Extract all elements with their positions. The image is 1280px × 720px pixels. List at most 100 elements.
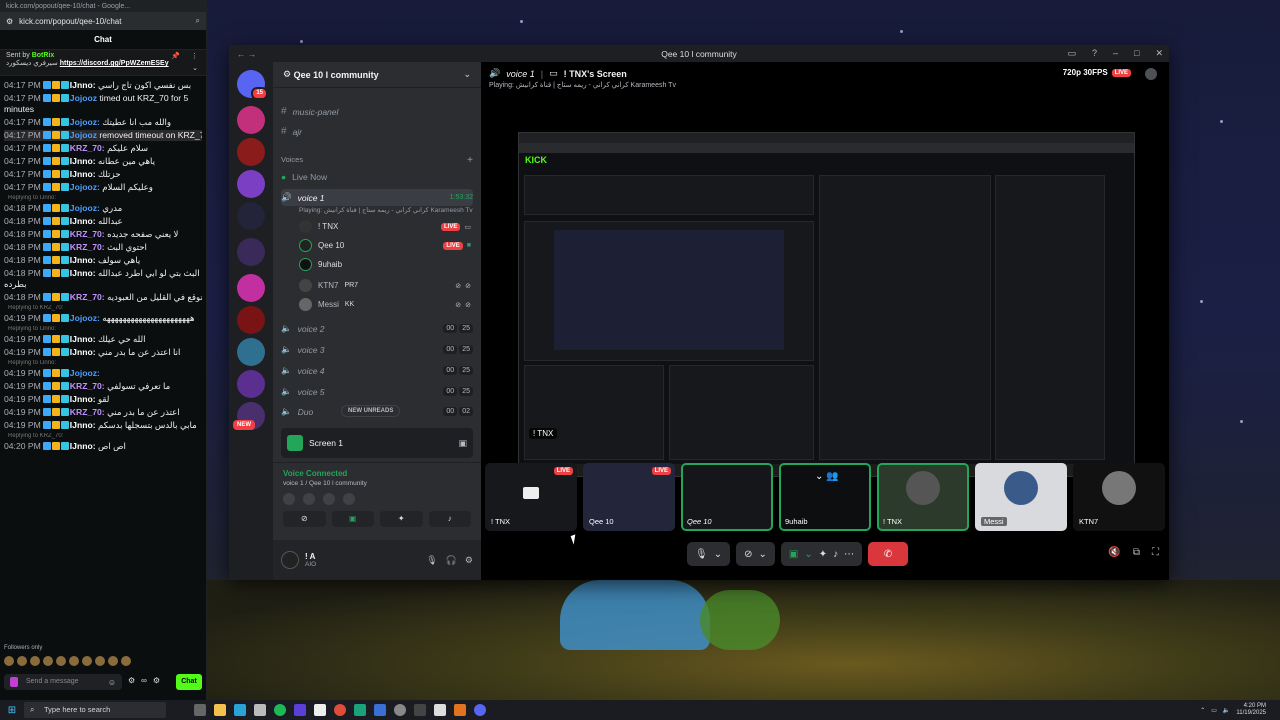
chat-message[interactable]: 04:19 PM KRZ_70: اعتذر عن ما بدر مني: [4, 407, 202, 418]
more-icon[interactable]: ⋮: [191, 52, 198, 60]
minimize-icon[interactable]: –: [1113, 48, 1118, 59]
gear-icon[interactable]: ⚙: [153, 676, 160, 685]
server-icon[interactable]: [237, 202, 265, 230]
chat-message[interactable]: 04:17 PM IJnno: حزتلك: [4, 169, 202, 180]
reply-reference[interactable]: Replying to IJnno:: [8, 195, 202, 201]
activities-button[interactable]: ✦: [380, 511, 423, 527]
channel-voice-1[interactable]: 🔊 voice 1 1:53:32: [281, 189, 473, 206]
chat-message[interactable]: 04:18 PM Jojooz: مدري: [4, 203, 202, 214]
microphone-button[interactable]: 🎙 ⌄: [687, 542, 731, 566]
chat-message[interactable]: 04:19 PM Jojooz:: [4, 368, 202, 379]
camera-off-button[interactable]: ⊘: [283, 511, 326, 527]
chat-message[interactable]: 04:19 PM IJnno: الله حي عيلك: [4, 334, 202, 345]
chat-url-bar[interactable]: ⚙ kick.com/popout/qee-10/chat ⌕: [0, 12, 206, 30]
app-icon[interactable]: [434, 704, 446, 716]
message-username[interactable]: KRZ_70:: [70, 292, 105, 302]
task-view-icon[interactable]: [194, 704, 206, 716]
channel-voice-5[interactable]: 🔈 voice 5 00 25: [281, 383, 473, 400]
new-unreads-pill[interactable]: NEW UNREADS: [341, 405, 401, 417]
voice-location[interactable]: voice 1 / Qee 10 l community: [283, 480, 471, 487]
emote[interactable]: [121, 656, 131, 666]
chat-message[interactable]: 04:19 PM Jojooz: ههههههههههههههههههههههه: [4, 313, 202, 324]
channel-voice-3[interactable]: 🔈 voice 3 00 25: [281, 341, 473, 358]
emote[interactable]: [56, 656, 66, 666]
headphones-icon[interactable]: 🎧: [446, 555, 457, 566]
message-username[interactable]: KRZ_70:: [70, 229, 105, 239]
voice-connected-status[interactable]: Voice Connected: [283, 469, 471, 478]
chat-message[interactable]: 04:17 PM Jojooz: وعليكم السلام: [4, 182, 202, 193]
participant-tile[interactable]: Qee 10: [681, 463, 773, 531]
chat-message[interactable]: 04:17 PM Jojooz: والله مب انا عطيتك: [4, 117, 202, 128]
message-username[interactable]: IJnno:: [70, 216, 96, 226]
message-username[interactable]: IJnno:: [70, 394, 96, 404]
app-icon[interactable]: [394, 704, 406, 716]
voice-user[interactable]: Qee 10 LIVE ■: [299, 237, 471, 254]
soundboard-icon[interactable]: ♪: [833, 549, 838, 560]
server-icon[interactable]: [237, 170, 265, 198]
voice-user[interactable]: Messi KK ⊘ ⊘: [299, 296, 471, 313]
clock[interactable]: 4:20 PM 11/19/2025: [1236, 703, 1266, 717]
channel-live-now[interactable]: ● Live Now: [281, 168, 473, 185]
activities-icon[interactable]: ✦: [819, 549, 827, 560]
close-icon[interactable]: ✕: [1155, 48, 1163, 59]
volume-mute-icon[interactable]: 🔇: [1108, 547, 1120, 558]
message-username[interactable]: Jojooz:: [70, 182, 100, 192]
app-icon[interactable]: [294, 704, 306, 716]
message-username[interactable]: IJnno:: [70, 255, 96, 265]
chat-message[interactable]: 04:18 PM IJnno: ياهي سولف: [4, 255, 202, 266]
app-icon[interactable]: [234, 704, 246, 716]
camera-button[interactable]: ⊘ ⌄: [736, 542, 775, 566]
message-username[interactable]: IJnno:: [70, 420, 96, 430]
message-username[interactable]: IJnno:: [70, 334, 96, 344]
emote[interactable]: [69, 656, 79, 666]
discord-icon[interactable]: [474, 704, 486, 716]
disconnect-button[interactable]: ✆: [868, 542, 909, 566]
chat-bubble-icon[interactable]: [1145, 68, 1157, 80]
message-username[interactable]: IJnno:: [70, 169, 96, 179]
participant-tile[interactable]: ! TNX: [877, 463, 969, 531]
emote[interactable]: [30, 656, 40, 666]
taskbar-search[interactable]: ⌕ Type here to search: [24, 702, 166, 718]
soundboard-button[interactable]: ♪: [428, 511, 471, 527]
message-username[interactable]: KRZ_70:: [70, 242, 105, 252]
message-username[interactable]: Jojooz:: [70, 203, 100, 213]
server-icon[interactable]: [237, 306, 265, 334]
chat-message[interactable]: 04:19 PM IJnno: مابي بالدس بتسجلها بدسكم: [4, 420, 202, 431]
chat-message[interactable]: 04:19 PM KRZ_70: ما تعرفي تسولفي: [4, 381, 202, 392]
participant-tile[interactable]: KTN7: [1073, 463, 1165, 531]
app-icon[interactable]: [354, 704, 366, 716]
search-icon[interactable]: ⌕: [196, 16, 200, 26]
channel-voice-4[interactable]: 🔈 voice 4 00 25: [281, 362, 473, 379]
tray-chevron-icon[interactable]: ⌃: [1200, 707, 1205, 714]
chrome-icon[interactable]: [334, 704, 346, 716]
message-username[interactable]: Jojooz: [70, 130, 97, 140]
settings-icon[interactable]: ⚙: [128, 676, 135, 685]
reply-reference[interactable]: Replying to KRZ_70:: [8, 305, 202, 311]
chat-message[interactable]: 04:19 PM IJnno: لقو: [4, 394, 202, 405]
spotify-icon[interactable]: [274, 704, 286, 716]
message-username[interactable]: KRZ_70:: [70, 143, 105, 153]
message-username[interactable]: KRZ_70:: [70, 407, 105, 417]
message-username[interactable]: IJnno:: [70, 156, 96, 166]
pin-icon[interactable]: 📌: [171, 52, 180, 60]
category-voices[interactable]: Voices +: [281, 155, 473, 166]
network-icon[interactable]: ▭: [1211, 707, 1217, 714]
message-username[interactable]: Jojooz:: [70, 117, 100, 127]
infinity-icon[interactable]: ∞: [141, 676, 147, 685]
server-icon[interactable]: [237, 106, 265, 134]
stream-preview-card[interactable]: Screen 1 ▣: [281, 428, 473, 458]
emote[interactable]: [95, 656, 105, 666]
message-username[interactable]: Jojooz:: [70, 368, 100, 378]
server-icon[interactable]: [237, 138, 265, 166]
fullscreen-icon[interactable]: ⛶: [1152, 547, 1159, 558]
participant-tile[interactable]: LIVE ! TNX: [485, 463, 577, 531]
emote-row[interactable]: [4, 656, 131, 668]
screen-share-button[interactable]: ▣: [331, 511, 374, 527]
volume-icon[interactable]: 🔈: [1223, 707, 1230, 714]
emoji-icon[interactable]: ☺: [108, 678, 116, 687]
add-channel-icon[interactable]: +: [467, 155, 473, 166]
server-header[interactable]: ⚙ Qee 10 l community ⌄: [273, 62, 481, 88]
help-icon[interactable]: ?: [1092, 48, 1097, 59]
server-icon[interactable]: [237, 238, 265, 266]
voice-user[interactable]: ! TNX LIVE ▭: [299, 218, 471, 235]
